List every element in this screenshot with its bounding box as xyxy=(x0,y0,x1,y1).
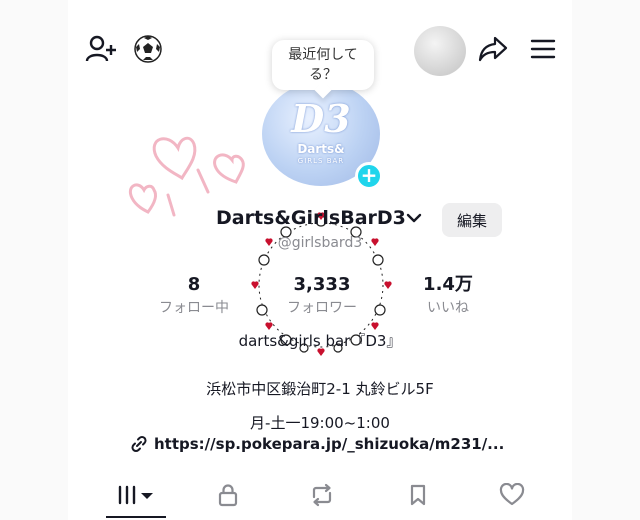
tab-saved[interactable] xyxy=(398,480,438,510)
bookmark-icon xyxy=(410,484,426,506)
profile-username[interactable]: Darts&GirlsBarD3 xyxy=(216,207,406,229)
edit-profile-button[interactable]: 編集 xyxy=(442,203,502,237)
content-tab-bar xyxy=(68,472,572,520)
profile-link[interactable]: https://sp.pokepara.jp/_shizuoka/m231/..… xyxy=(130,435,504,453)
tab-videos[interactable] xyxy=(106,480,166,510)
repost-icon xyxy=(312,483,332,507)
link-icon xyxy=(131,435,147,453)
add-story-plus-icon[interactable]: + xyxy=(355,162,383,190)
profile-link-url: https://sp.pokepara.jp/_shizuoka/m231/..… xyxy=(154,435,505,453)
bio-line-2: 浜松市中区鍛治町2-1 丸鈴ビル5F xyxy=(206,380,434,398)
right-gutter xyxy=(572,0,640,520)
tab-liked[interactable] xyxy=(492,480,532,510)
profile-screen: D3 Darts& GIRLS BAR + 最近何してる？ Darts&Girl… xyxy=(68,0,572,520)
soccer-ball-icon xyxy=(134,35,162,63)
left-gutter xyxy=(0,0,68,520)
stat-following-count: 8 xyxy=(187,274,201,295)
stat-likes[interactable]: 1.4万 いいね xyxy=(398,274,498,318)
story-avatar-button[interactable] xyxy=(412,24,468,78)
active-tab-indicator xyxy=(106,516,166,518)
tab-reposts[interactable] xyxy=(302,480,342,510)
hamburger-menu-icon xyxy=(530,39,556,59)
stat-following-label: フォロー中 xyxy=(159,300,229,316)
share-arrow-icon xyxy=(478,36,508,62)
stat-followers-label: フォロワー xyxy=(287,300,357,316)
menu-button[interactable] xyxy=(528,36,558,62)
stat-likes-count: 1.4万 xyxy=(423,274,473,295)
tab-private[interactable] xyxy=(208,480,248,510)
add-friend-button[interactable] xyxy=(84,34,118,64)
add-user-icon xyxy=(85,35,116,62)
avatar-sub-text: Darts& xyxy=(297,142,345,156)
avatar-logo-text: D3 xyxy=(291,96,351,141)
stat-followers[interactable]: 3,333 フォロワー xyxy=(272,274,372,318)
account-switch-chevron-icon[interactable] xyxy=(406,210,422,229)
stat-likes-label: いいね xyxy=(427,300,469,316)
bio-line-1: darts&girls bar『D3』 xyxy=(238,332,402,350)
story-avatar-icon xyxy=(414,26,466,76)
lock-icon xyxy=(218,484,238,507)
profile-handle: @girlsbard3 xyxy=(277,235,363,251)
heart-icon xyxy=(499,483,525,506)
stat-followers-count: 3,333 xyxy=(293,274,351,295)
stat-following[interactable]: 8 フォロー中 xyxy=(144,274,244,318)
soccer-ball-button[interactable] xyxy=(132,34,164,64)
status-speech-bubble[interactable]: 最近何してる？ xyxy=(272,40,374,90)
share-button[interactable] xyxy=(476,34,510,64)
grid-icon xyxy=(118,485,153,505)
bio-line-3: 月-土一19:00~1:00 xyxy=(250,414,390,432)
